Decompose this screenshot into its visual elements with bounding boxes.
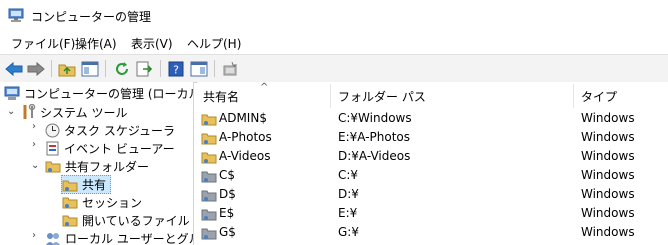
chevron-down-icon[interactable]: ⌄ (31, 160, 39, 171)
table-row[interactable]: G$ G:¥ Windows (197, 224, 668, 243)
shared-folder-icon (62, 180, 78, 191)
table-row[interactable]: A-Videos D:¥A-Videos Windows (197, 148, 668, 167)
share-name: A-Videos (219, 149, 271, 163)
up-folder-icon[interactable] (57, 59, 77, 79)
chevron-right-icon[interactable]: › (32, 121, 36, 132)
help-icon[interactable]: ? (166, 59, 186, 79)
tree-item-label: 共有 (82, 178, 107, 192)
share-name: ADMIN$ (219, 111, 267, 125)
tree-item-label: ローカル ユーザーとグループ (65, 231, 193, 245)
back-icon[interactable] (4, 59, 24, 79)
share-type: Windows (581, 130, 635, 144)
share-name: D$ (219, 187, 236, 201)
tree-item-local-users[interactable]: ローカル ユーザーとグループ (45, 229, 193, 245)
menu-bar: ファイル(F) 操作(A) 表示(V) ヘルプ(H) (0, 32, 668, 54)
tree-item-shared-folders[interactable]: 共有フォルダー (45, 157, 149, 175)
share-type: Windows (581, 187, 635, 201)
new-share-icon[interactable] (220, 59, 240, 79)
share-type: Windows (581, 168, 635, 182)
share-name: E$ (219, 206, 235, 220)
event-viewer-icon (46, 141, 59, 155)
shared-folder-icon (201, 114, 217, 126)
shared-folder-icon (62, 215, 78, 227)
table-row[interactable]: ADMIN$ C:¥Windows Windows (197, 110, 668, 129)
chevron-right-icon[interactable]: › (32, 230, 36, 241)
share-name: G$ (219, 225, 236, 239)
shared-folder-icon (201, 190, 217, 202)
tree-item-shares[interactable]: 共有 (61, 175, 112, 194)
folder-path: C:¥Windows (338, 111, 412, 125)
table-row[interactable]: D$ D:¥ Windows (197, 186, 668, 205)
tree-item-open-files[interactable]: 開いているファイル (62, 211, 190, 229)
users-icon (46, 232, 60, 245)
column-header-share-name[interactable]: 共有名 (203, 82, 328, 110)
tree-item-label: イベント ビューアー (64, 141, 175, 156)
tree-item-label: セッション (82, 195, 143, 210)
tree-item-task-scheduler[interactable]: タスク スケジューラ (45, 121, 175, 139)
computer-management-icon (4, 86, 20, 100)
folder-path: C:¥ (338, 168, 359, 182)
column-header-folder-path[interactable]: フォルダー パス (338, 82, 568, 110)
navigation-tree: コンピューターの管理 (ローカル) ⌄ システム ツール › タスク スケジュー… (0, 82, 194, 245)
share-name: A-Photos (219, 130, 272, 144)
shared-folder-icon (201, 171, 217, 183)
export-icon[interactable] (135, 59, 155, 79)
table-row[interactable]: A-Photos E:¥A-Photos Windows (197, 129, 668, 148)
show-hide-tree-icon[interactable] (80, 59, 100, 79)
menu-action[interactable]: 操作(A) (75, 35, 117, 52)
tree-item-label: タスク スケジューラ (64, 123, 175, 138)
computer-management-icon (8, 8, 24, 22)
menu-file[interactable]: ファイル(F) (11, 35, 75, 52)
tree-item-root[interactable]: コンピューターの管理 (ローカル) (4, 84, 194, 102)
share-type: Windows (581, 206, 635, 220)
shared-folder-icon (201, 228, 217, 240)
forward-icon[interactable] (26, 59, 46, 79)
tree-item-label: 共有フォルダー (65, 159, 150, 174)
column-divider[interactable] (330, 84, 331, 108)
tools-icon (23, 104, 36, 119)
share-type: Windows (581, 111, 635, 125)
tree-item-label: 開いているファイル (82, 213, 190, 228)
tree-item-system-tools[interactable]: システム ツール (22, 103, 127, 121)
column-header-label: フォルダー パス (338, 89, 426, 104)
shares-list: ^ 共有名 フォルダー パス タイプ ADMIN$ C:¥Windows Windo… (197, 82, 668, 245)
shared-folder-icon (201, 133, 217, 145)
folder-path: E:¥A-Photos (338, 130, 411, 144)
column-divider[interactable] (573, 84, 574, 108)
folder-path: E:¥ (338, 206, 358, 220)
window-title: コンピューターの管理 (31, 10, 152, 24)
toolbar: ? (0, 54, 668, 83)
svg-text:?: ? (173, 64, 179, 77)
share-type: Windows (581, 225, 635, 239)
shared-folder-icon (201, 209, 217, 221)
chevron-down-icon[interactable]: ⌄ (7, 106, 15, 117)
tree-item-sessions[interactable]: セッション (62, 193, 142, 211)
column-header-label: 共有名 (203, 89, 240, 104)
shared-folder-icon (62, 197, 78, 209)
column-header-type[interactable]: タイプ (581, 82, 661, 110)
tree-item-event-viewer[interactable]: イベント ビューアー (45, 139, 175, 157)
folder-path: G:¥ (338, 225, 359, 239)
title-bar: コンピューターの管理 (0, 0, 668, 32)
share-name: C$ (219, 168, 236, 182)
table-row[interactable]: E$ E:¥ Windows (197, 205, 668, 224)
menu-view[interactable]: 表示(V) (131, 35, 173, 52)
refresh-icon[interactable] (112, 59, 132, 79)
shared-folder-icon (45, 161, 61, 173)
folder-path: D:¥ (338, 187, 359, 201)
shared-folder-icon (201, 152, 217, 164)
tree-item-label: コンピューターの管理 (ローカル) (24, 86, 194, 101)
share-type: Windows (581, 149, 635, 163)
table-row[interactable]: C$ C:¥ Windows (197, 167, 668, 186)
column-header-label: タイプ (581, 89, 618, 104)
tree-item-label: システム ツール (40, 105, 128, 120)
menu-help[interactable]: ヘルプ(H) (187, 35, 241, 52)
clock-icon (45, 123, 60, 137)
folder-path: D:¥A-Videos (338, 149, 411, 163)
chevron-right-icon[interactable]: › (32, 139, 36, 150)
properties-icon[interactable] (189, 59, 209, 79)
